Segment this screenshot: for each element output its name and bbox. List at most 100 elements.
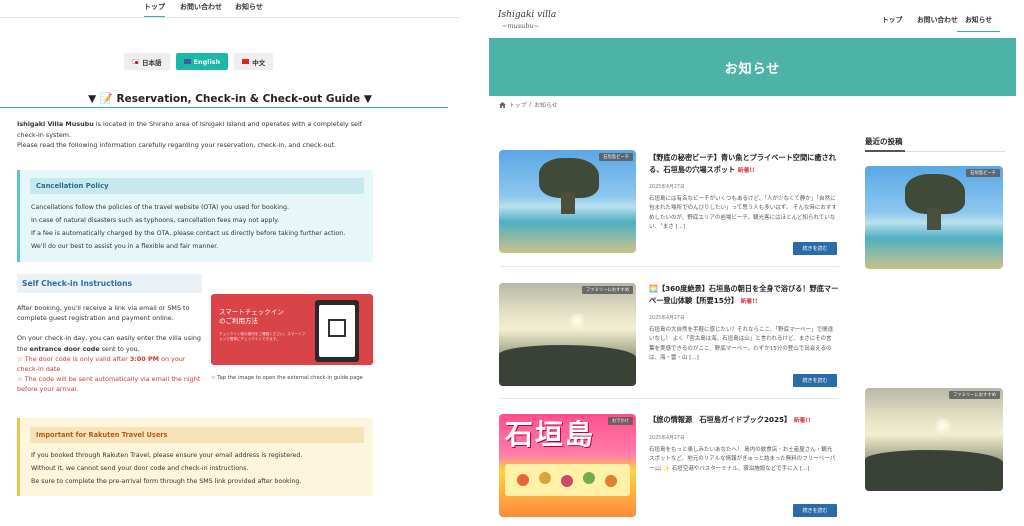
new-badge: 新着!! <box>740 299 758 305</box>
phone-screen <box>319 305 355 357</box>
post-thumbnail[interactable]: 石垣島 おでかけ <box>499 414 636 517</box>
rakuten-heading: Important for Rakuten Travel Users <box>30 427 364 443</box>
cancellation-policy-box: Cancellation Policy Cancellations follow… <box>17 170 373 262</box>
post-category-tag[interactable]: ファミリーにおすすめ <box>582 286 633 294</box>
rakuten-notice-box: Important for Rakuten Travel Users If yo… <box>17 418 373 496</box>
intro-line2: Please read the following information ca… <box>17 141 337 149</box>
lang-japanese-label: 日本語 <box>142 58 162 67</box>
new-badge: 新着!! <box>737 168 755 174</box>
rakuten-body: If you booked through Rakuten Travel, pl… <box>31 449 367 488</box>
post-date: 2025年4月27日 <box>649 185 685 190</box>
breadcrumb-home[interactable]: トップ <box>509 100 526 109</box>
new-badge: 新着!! <box>793 418 811 424</box>
left-nav-top[interactable]: トップ <box>144 2 165 17</box>
brand-name: Ishigaki Villa Musubu <box>17 120 94 128</box>
page-banner: お知らせ <box>489 38 1016 96</box>
sidebar-category-tag[interactable]: ファミリーにおすすめ <box>949 391 1000 399</box>
lang-chinese-button[interactable]: 中文 <box>234 53 274 70</box>
japan-flag-icon <box>132 59 139 64</box>
rakuten-line: Without it, we cannot send your door cod… <box>31 465 249 472</box>
smart-checkin-guide-image[interactable]: スマートチェックイン のご利用方法 チェックイン前の案内をご確認ください。スマート… <box>211 294 373 365</box>
code-sent-note: ☆ The code will be sent automatically vi… <box>17 375 201 394</box>
right-nav-top[interactable]: トップ <box>882 14 902 24</box>
checkin-image-small-text: チェックイン前の案内をご確認ください。スマートフォンで簡単にチェックインできます… <box>219 332 306 341</box>
cancellation-heading: Cancellation Policy <box>30 178 364 194</box>
checkin-image-caption: ☆ Tap the image to open the external che… <box>211 375 363 381</box>
page-title: お知らせ <box>724 61 781 77</box>
breadcrumb-separator: / <box>529 101 532 108</box>
left-nav-contact[interactable]: お問い合わせ <box>180 2 222 12</box>
cancellation-line: In case of natural disasters such as typ… <box>31 217 280 224</box>
post-thumbnail[interactable]: 石垣島ビーチ <box>499 150 636 253</box>
post-title[interactable]: 【野底の秘密ビーチ】青い魚とプライベート空間に癒される、石垣島の穴場スポット 新… <box>649 152 839 177</box>
rock-stem <box>927 208 941 230</box>
left-top-nav: トップ お問い合わせ お知らせ <box>0 0 460 18</box>
sun-shape <box>569 313 585 329</box>
post-excerpt: 石垣島には有名なビーチがいくつもあるけど、「人が少なくて静か」「自然に包まれた場… <box>649 196 837 231</box>
read-more-button[interactable]: 続きを読む <box>793 374 837 387</box>
language-switcher: 日本語 English 中文 <box>124 53 274 70</box>
sidebar-divider-accent <box>865 150 905 152</box>
breadcrumb-current: お知らせ <box>534 103 558 109</box>
intro-text: Ishigaki Villa Musubu is located in the … <box>17 119 377 151</box>
food-dot <box>517 474 529 486</box>
qr-code-icon <box>328 319 346 337</box>
post-excerpt: 石垣島をもっと楽しみたいあなたへ！ 島内の飲食店・お土産屋さん・観光スポットなど… <box>649 447 836 472</box>
cancellation-line: Cancellations follow the policies of the… <box>31 204 289 211</box>
guidebook-cover-title: 石垣島 <box>505 418 596 451</box>
post-title-text: 【旅の情報源 石垣島ガイドブック2025】 <box>649 415 792 424</box>
post-category-tag[interactable]: おでかけ <box>607 417 633 425</box>
post-thumbnail[interactable]: ファミリーにおすすめ <box>499 283 636 386</box>
title-divider <box>0 107 448 108</box>
door-code-note: ☆ The door code is only valid after 3:00… <box>17 354 207 374</box>
self-checkin-text: After booking, you'll receive a link via… <box>17 303 207 395</box>
rock-stem <box>561 192 575 214</box>
read-more-button[interactable]: 続きを読む <box>793 504 837 517</box>
rakuten-line: If you booked through Rakuten Travel, pl… <box>31 452 303 459</box>
door-code-emphasis: entrance door code <box>29 344 100 353</box>
self-checkin-p1: After booking, you'll receive a link via… <box>17 304 190 323</box>
home-icon <box>499 101 506 108</box>
sidebar-post-thumbnail[interactable]: ファミリーにおすすめ <box>865 388 1003 491</box>
left-nav-news[interactable]: お知らせ <box>235 2 263 12</box>
sun-shape <box>935 418 951 434</box>
sidebar-post-thumbnail[interactable]: 石垣島ビーチ <box>865 166 1003 269</box>
china-flag-icon <box>242 59 250 64</box>
post-excerpt: 石垣島の大自然を手軽に感じたい？それならここ、「野底マーペー」で間違いなし！ よ… <box>649 327 834 362</box>
post-title[interactable]: 🌅【360度絶景】石垣島の朝日を全身で浴びる！野底マーペー登山体験【所要15分】… <box>649 283 839 308</box>
right-pane: Ishigaki villa ~musubu~ トップ お問い合わせ お知らせ … <box>489 0 1024 526</box>
post-divider <box>499 398 839 399</box>
site-logo[interactable]: Ishigaki villa <box>498 11 556 20</box>
food-dot <box>539 472 551 484</box>
post-date: 2025年4月27日 <box>649 436 685 441</box>
food-dot <box>561 475 573 487</box>
right-nav-contact[interactable]: お問い合わせ <box>917 14 958 24</box>
checkin-image-line1: スマートチェックイン <box>219 308 284 316</box>
sidebar-category-tag[interactable]: 石垣島ビーチ <box>966 169 1000 177</box>
food-dot <box>605 475 617 487</box>
site-logo-subtitle: ~musubu~ <box>502 22 540 30</box>
sidebar-title: 最近の投稿 <box>865 137 903 146</box>
checkin-image-line2: のご利用方法 <box>219 317 258 325</box>
lang-english-button[interactable]: English <box>175 53 229 70</box>
left-pane: トップ お問い合わせ お知らせ 日本語 English 中文 ▼ 📝 Reser… <box>0 0 460 526</box>
uk-flag-icon <box>183 59 191 64</box>
note1-time: 3:00 PM <box>129 354 160 363</box>
food-dot <box>583 472 595 484</box>
right-nav-news[interactable]: お知らせ <box>957 14 1001 32</box>
hill-shape <box>499 344 636 386</box>
checkin-image-title: スマートチェックイン のご利用方法 <box>219 308 284 326</box>
cancellation-line: We'll do our best to assist you in a fle… <box>31 243 219 250</box>
post-divider <box>499 266 839 267</box>
cancellation-line: If a fee is automatically charged by the… <box>31 230 346 237</box>
self-checkin-heading: Self Check-in Instructions <box>17 274 202 293</box>
site-header: Ishigaki villa ~musubu~ トップ お問い合わせ お知らせ <box>489 0 1024 38</box>
post-title[interactable]: 【旅の情報源 石垣島ガイドブック2025】 新着!! <box>649 414 839 427</box>
read-more-button[interactable]: 続きを読む <box>793 242 837 255</box>
rakuten-line: Be sure to complete the pre-arrival form… <box>31 478 302 485</box>
lang-japanese-button[interactable]: 日本語 <box>124 53 170 70</box>
self-checkin-p2: On your check-in day, you can easily ent… <box>17 333 207 353</box>
post-category-tag[interactable]: 石垣島ビーチ <box>599 153 633 161</box>
post-date: 2025年4月27日 <box>649 316 685 321</box>
hill-shape <box>865 449 1003 491</box>
